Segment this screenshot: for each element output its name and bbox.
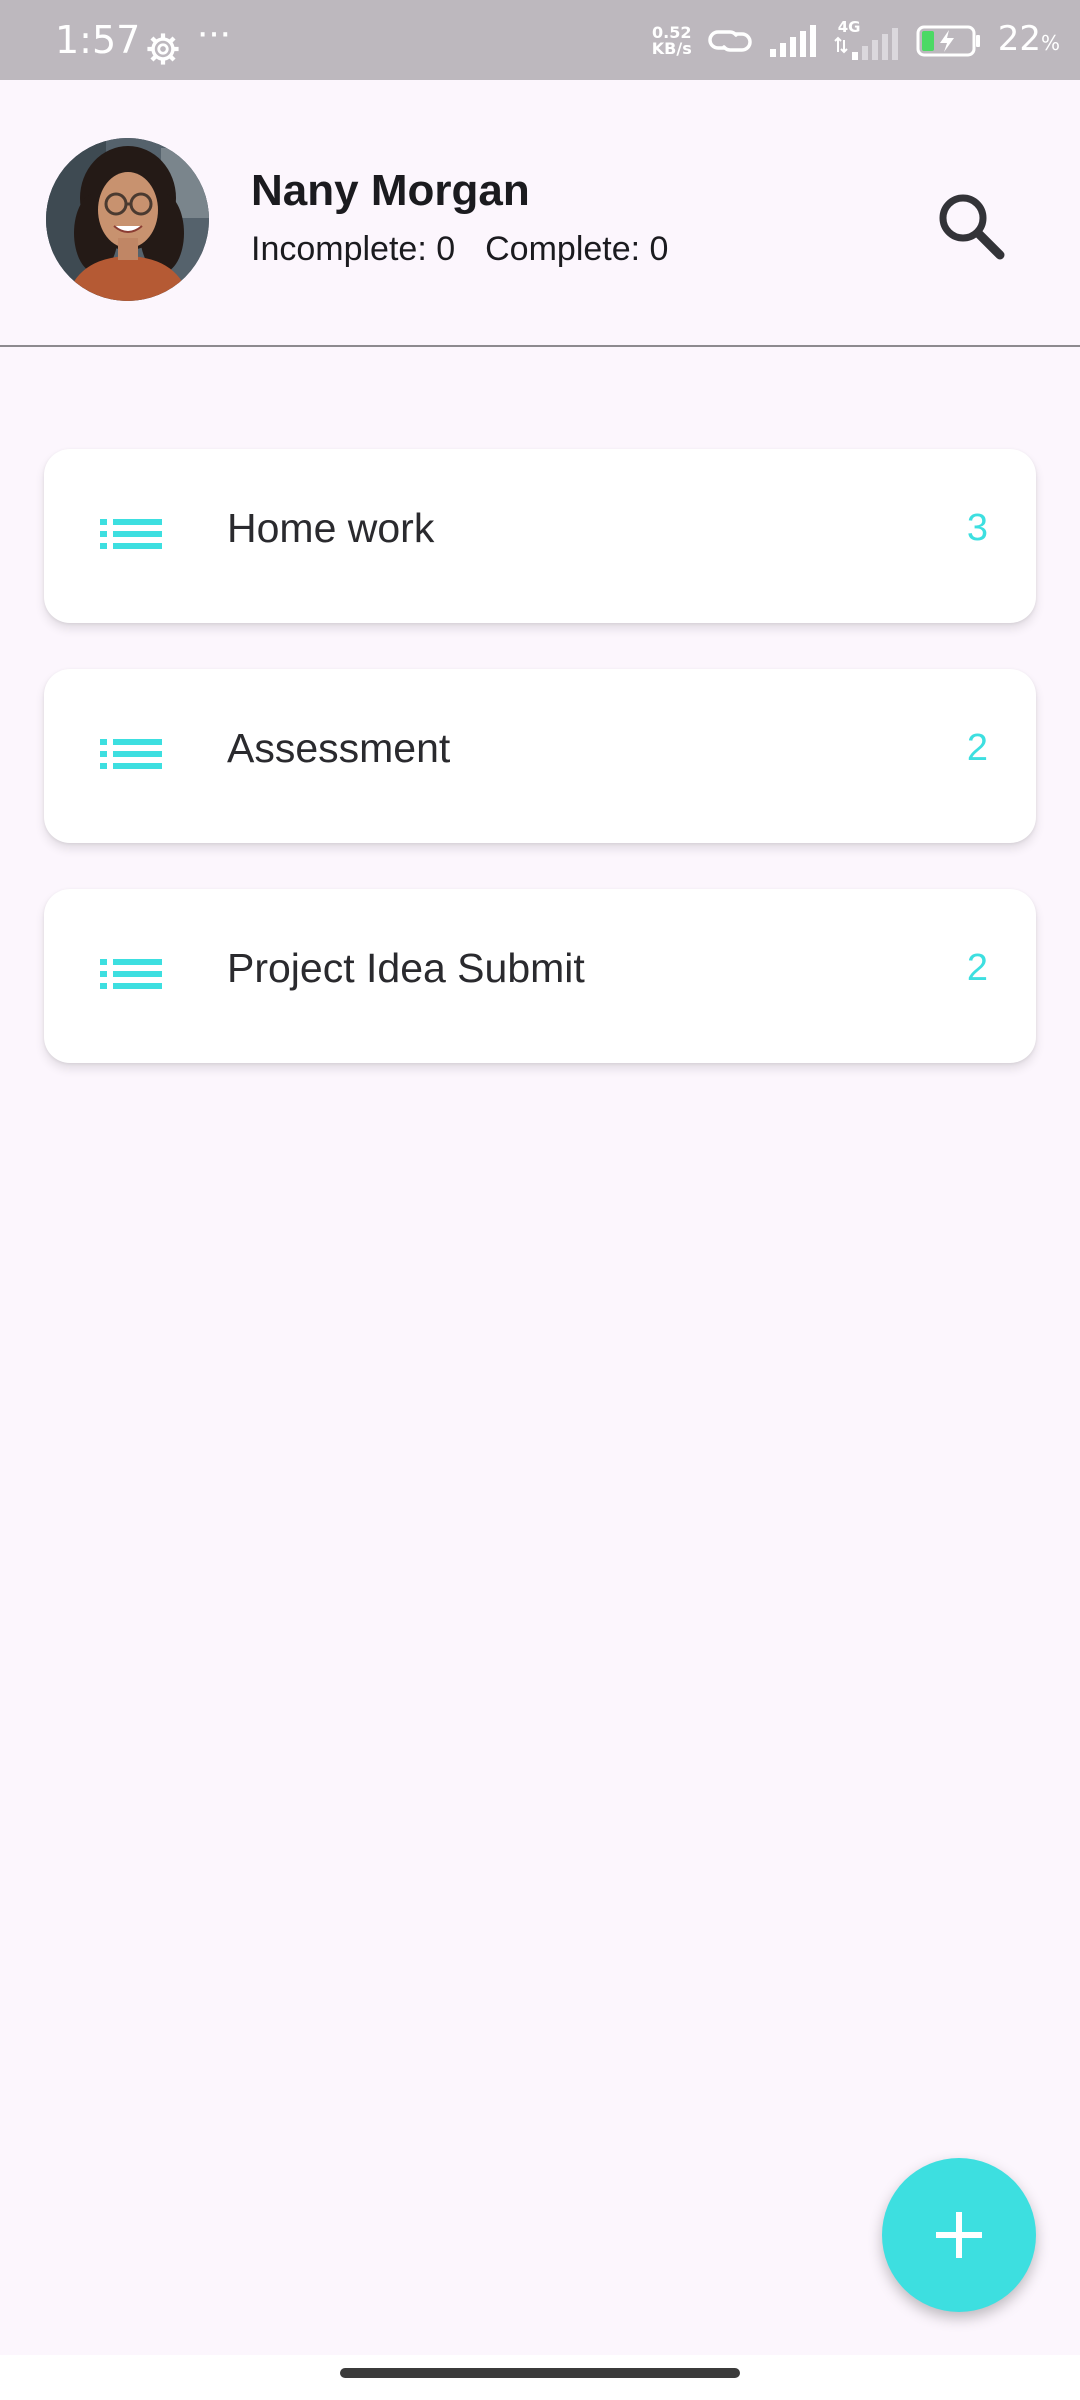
list-item-title: Assessment	[227, 725, 451, 771]
list-item-title: Home work	[227, 505, 435, 551]
list-icon	[100, 739, 162, 769]
gear-icon	[147, 33, 179, 65]
more-dots-icon: ···	[196, 10, 232, 54]
list-icon	[100, 519, 162, 549]
signal-weak-icon	[834, 28, 898, 60]
signal-4g: 4G	[834, 18, 900, 60]
battery-icon	[916, 25, 980, 57]
incomplete-count: Incomplete: 0	[251, 230, 456, 268]
plus-icon	[936, 2212, 982, 2258]
task-stats: Incomplete: 0 Complete: 0	[251, 229, 668, 269]
status-time: 1:57	[55, 18, 141, 62]
list-item-homework[interactable]: Home work 3	[44, 449, 1036, 623]
user-name: Nany Morgan	[251, 166, 530, 215]
list-item-title: Project Idea Submit	[227, 945, 585, 991]
search-icon	[939, 194, 1005, 260]
search-button[interactable]	[925, 180, 1015, 270]
battery-unit: %	[1040, 31, 1060, 55]
signal-icon	[769, 25, 816, 57]
list-item-count: 2	[966, 947, 988, 989]
net-speed-unit: KB/s	[651, 39, 692, 58]
list-item-count: 2	[966, 727, 988, 769]
list-item-assessment[interactable]: Assessment 2	[44, 669, 1036, 843]
avatar[interactable]	[46, 138, 209, 301]
net-speed: 0.52 KB/s	[652, 25, 692, 57]
profile-header: Nany Morgan Incomplete: 0 Complete: 0	[0, 80, 1080, 347]
complete-count: Complete: 0	[485, 230, 669, 268]
list-item-project-idea-submit[interactable]: Project Idea Submit 2	[44, 889, 1036, 1063]
battery-percent: 22%	[998, 22, 1060, 60]
link-icon	[708, 30, 752, 52]
battery-value: 22	[997, 19, 1041, 59]
avatar-image	[46, 138, 209, 301]
add-list-button[interactable]	[882, 2158, 1036, 2312]
status-bar: 1:57 ··· 0.52 KB/s 4G 22%	[0, 0, 1080, 80]
status-indicators: 0.52 KB/s 4G 22%	[652, 18, 1060, 62]
home-indicator[interactable]	[340, 2368, 740, 2378]
list-icon	[100, 959, 162, 989]
list-item-count: 3	[966, 507, 988, 549]
